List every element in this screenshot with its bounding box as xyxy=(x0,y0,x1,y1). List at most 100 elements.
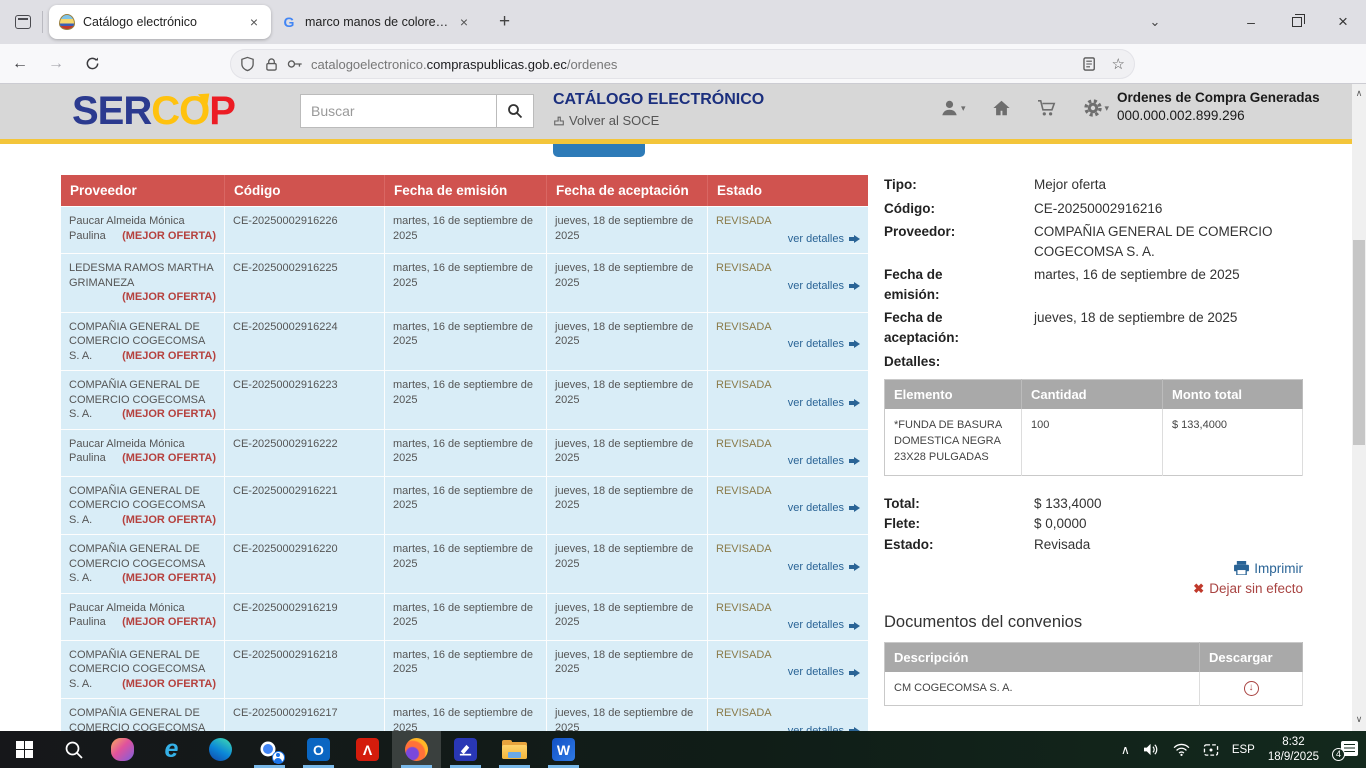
bookmark-star-icon[interactable]: ☆ xyxy=(1112,55,1125,73)
clock[interactable]: 8:32 18/9/2025 xyxy=(1268,735,1319,765)
chrome-button[interactable] xyxy=(245,731,294,768)
best-offer-tag: (MEJOR OFERTA) xyxy=(122,407,216,422)
close-button[interactable]: × xyxy=(1320,0,1366,44)
reader-view-icon[interactable] xyxy=(1083,57,1098,71)
search-button[interactable] xyxy=(496,94,534,128)
file-explorer-button[interactable] xyxy=(490,731,539,768)
cell-provider: COMPAÑIA GENERAL DE COMERCIO COGECOMSA S… xyxy=(61,313,225,371)
item-amount: $ 133,4000 xyxy=(1163,409,1303,475)
scrollbar-thumb[interactable] xyxy=(1353,240,1365,445)
cart-button[interactable] xyxy=(1037,99,1057,117)
view-details-link[interactable]: ver detalles xyxy=(788,454,860,469)
copilot-button[interactable] xyxy=(98,731,147,768)
word-button[interactable]: W xyxy=(539,731,588,768)
list-all-tabs-icon[interactable]: ⌄ xyxy=(1132,0,1178,44)
orders-counter-label: Ordenes de Compra Generadas xyxy=(1117,90,1332,105)
volver-al-soce-link[interactable]: Volver al SOCE xyxy=(553,113,659,128)
partial-blue-button[interactable] xyxy=(553,144,645,157)
volume-icon[interactable] xyxy=(1143,742,1160,757)
cell-acceptance-date: jueves, 18 de septiembre de 2025 xyxy=(547,535,708,593)
cell-code: CE-20250002916220 xyxy=(225,535,385,593)
google-favicon: G xyxy=(281,14,297,30)
best-offer-tag: (MEJOR OFERTA) xyxy=(122,451,216,466)
view-details-label: ver detalles xyxy=(788,337,844,352)
field-label-tipo: Tipo: xyxy=(884,175,979,195)
cell-code: CE-20250002916226 xyxy=(225,207,385,253)
view-details-label: ver detalles xyxy=(788,560,844,575)
view-details-link[interactable]: ver detalles xyxy=(788,396,860,411)
view-details-link[interactable]: ver detalles xyxy=(788,337,860,352)
edge-button[interactable] xyxy=(196,731,245,768)
wifi-icon[interactable] xyxy=(1173,743,1190,756)
search-input[interactable] xyxy=(300,94,496,128)
scanner-app-button[interactable] xyxy=(441,731,490,768)
restore-glyph xyxy=(1292,17,1302,27)
tab-close-icon[interactable]: × xyxy=(457,14,471,30)
col-proveedor: Proveedor xyxy=(61,175,225,206)
notification-center-button[interactable]: 4 xyxy=(1332,739,1358,761)
view-details-link[interactable]: ver detalles xyxy=(788,665,860,680)
best-offer-tag: (MEJOR OFERTA) xyxy=(122,615,216,630)
url-bar[interactable]: catalogoelectronico.compraspublicas.gob.… xyxy=(230,49,1135,79)
view-details-label: ver detalles xyxy=(788,618,844,633)
col-descargar: Descargar xyxy=(1200,642,1303,672)
view-details-label: ver detalles xyxy=(788,279,844,294)
sercop-logo[interactable]: SERCOP xyxy=(72,89,235,134)
cell-status: REVISADA ver detalles xyxy=(708,430,868,476)
reload-button[interactable] xyxy=(76,49,108,79)
back-button[interactable]: ← xyxy=(4,49,36,79)
start-button[interactable] xyxy=(0,731,49,768)
orders-table: Proveedor Código Fecha de emisión Fecha … xyxy=(61,175,868,757)
view-details-link[interactable]: ver detalles xyxy=(788,232,860,247)
tab-close-icon[interactable]: × xyxy=(247,14,261,30)
site-header: SERCOP CATÁLOGO ELECTRÓNICO Volver al SO… xyxy=(0,84,1352,139)
scroll-up-icon[interactable]: ∧ xyxy=(1352,88,1366,99)
permissions-key-icon[interactable] xyxy=(287,58,303,70)
new-tab-button[interactable]: + xyxy=(493,11,516,33)
cell-provider: COMPAÑIA GENERAL DE COMERCIO COGECOMSA S… xyxy=(61,641,225,699)
restore-button[interactable] xyxy=(1274,0,1320,44)
print-link[interactable]: Imprimir xyxy=(1234,561,1303,576)
forward-button[interactable]: → xyxy=(40,49,72,79)
internet-explorer-button[interactable]: e xyxy=(147,731,196,768)
connect-device-icon[interactable] xyxy=(1203,743,1219,757)
page-scrollbar[interactable]: ∧ ∨ xyxy=(1352,84,1366,731)
view-details-link[interactable]: ver detalles xyxy=(788,501,860,516)
shield-icon[interactable] xyxy=(240,56,255,72)
windows-logo-icon xyxy=(16,741,33,758)
acrobat-button[interactable]: Λ xyxy=(343,731,392,768)
language-indicator[interactable]: ESP xyxy=(1232,744,1255,756)
user-menu-button[interactable]: ▾ xyxy=(940,99,966,117)
outlook-icon: O xyxy=(307,738,330,761)
estado-value: Revisada xyxy=(1034,535,1303,555)
scroll-down-icon[interactable]: ∨ xyxy=(1352,714,1366,725)
taskbar-search-button[interactable] xyxy=(49,731,98,768)
x-mark-icon: ✖ xyxy=(1193,581,1204,597)
lock-icon[interactable] xyxy=(265,57,278,72)
home-button[interactable] xyxy=(992,99,1011,117)
firefox-button[interactable] xyxy=(392,731,441,768)
tab-catalogo[interactable]: Catálogo electrónico × xyxy=(49,5,271,39)
cell-status: REVISADA ver detalles xyxy=(708,371,868,429)
field-value-tipo: Mejor oferta xyxy=(1034,175,1303,195)
document-download[interactable]: ↓ xyxy=(1200,672,1303,706)
field-label-codigo: Código: xyxy=(884,199,979,219)
view-details-link[interactable]: ver detalles xyxy=(788,618,860,633)
document-row: CM COGECOMSA S. A. ↓ xyxy=(885,672,1303,706)
cell-acceptance-date: jueves, 18 de septiembre de 2025 xyxy=(547,641,708,699)
void-order-link[interactable]: ✖ Dejar sin efecto xyxy=(1193,581,1303,597)
url-text: catalogoelectronico.compraspublicas.gob.… xyxy=(311,57,1075,72)
outlook-button[interactable]: O xyxy=(294,731,343,768)
settings-menu-button[interactable]: ▾ xyxy=(1083,98,1110,118)
firefox-view-icon[interactable] xyxy=(10,9,36,35)
tab-google-search[interactable]: G marco manos de colores - Busca × xyxy=(271,5,481,39)
view-details-link[interactable]: ver detalles xyxy=(788,560,860,575)
best-offer-tag: (MEJOR OFERTA) xyxy=(122,229,216,244)
total-label: Total: xyxy=(884,494,979,514)
tray-expand-icon[interactable]: ∧ xyxy=(1121,743,1130,757)
minimize-button[interactable]: – xyxy=(1228,0,1274,44)
order-row: COMPAÑIA GENERAL DE COMERCIO COGECOMSA S… xyxy=(61,370,868,429)
cell-status: REVISADA ver detalles xyxy=(708,313,868,371)
order-items-table: Elemento Cantidad Monto total *FUNDA DE … xyxy=(884,379,1303,476)
view-details-link[interactable]: ver detalles xyxy=(788,279,860,294)
